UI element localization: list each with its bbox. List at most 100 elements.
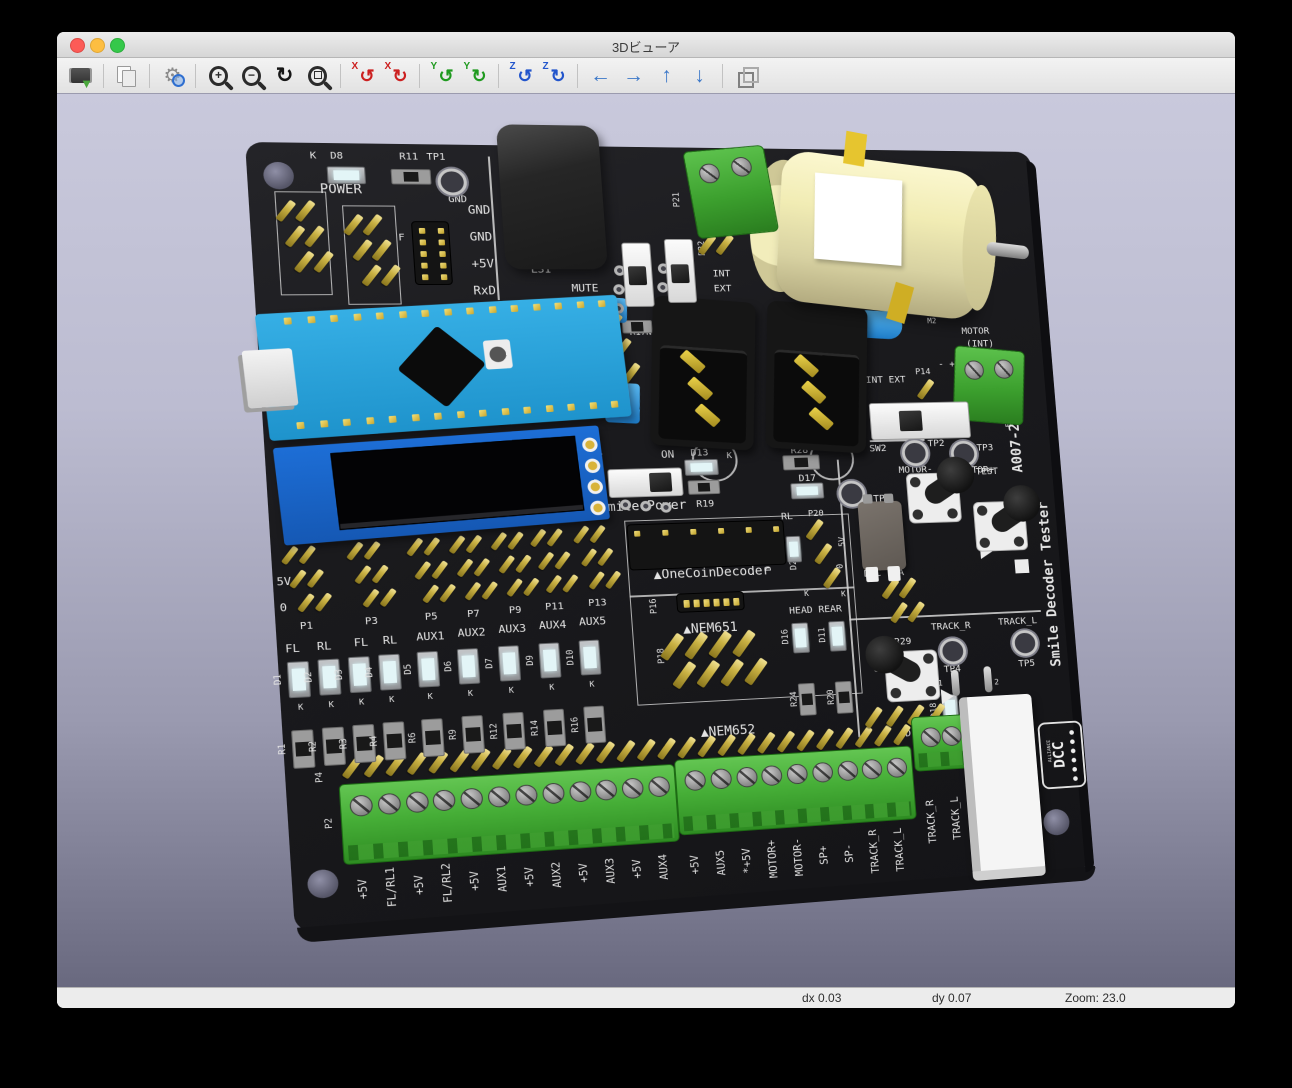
arduino-pin <box>389 416 397 423</box>
terminal-screw <box>568 781 591 803</box>
relay-pin <box>983 666 993 692</box>
speaker-component <box>496 124 608 269</box>
terminal-screw <box>433 789 457 811</box>
arduino-pin <box>488 306 496 313</box>
switch-knob <box>899 411 923 432</box>
terminal-strip <box>674 746 917 836</box>
status-dy: dy 0.07 <box>932 991 971 1005</box>
relay-component <box>958 694 1045 876</box>
render-options-button[interactable]: ⚙ <box>157 61 188 91</box>
pan-right-button[interactable]: → <box>618 61 649 91</box>
3d-viewer-window: 3Dビューア ▼ ⚙ +−↻ X↺X↻ Y↺Y↻ Z↺Z↻ ←→↑↓ KD8R11TP1PO… <box>57 32 1235 1008</box>
dc-motor <box>731 130 1023 345</box>
arduino-pin <box>444 309 452 316</box>
desktop-background: 3Dビューア ▼ ⚙ +−↻ X↺X↻ Y↺Y↻ Z↺Z↻ ←→↑↓ KD8R11TP1PO… <box>0 0 1292 1088</box>
arduino-pin <box>353 314 361 321</box>
arduino-pin-row <box>296 401 618 431</box>
arduino-pin <box>510 305 518 312</box>
arduino-pin-row <box>284 300 606 326</box>
3d-viewport[interactable]: KD8R11TP1POWERGNDGNDGND+5VRxDRSTFLS1ONMU… <box>57 94 1235 987</box>
terminal-screw <box>920 727 941 748</box>
zoom-out-button[interactable]: − <box>236 61 267 91</box>
switch-knob <box>671 264 690 283</box>
rotate-z-neg-button[interactable]: Z↺ <box>506 61 537 91</box>
arduino-pin <box>598 300 606 307</box>
pan-up-button[interactable]: ↑ <box>651 61 682 91</box>
terminal-screw <box>595 779 618 801</box>
copy-image-button[interactable] <box>111 61 142 91</box>
terminal-screw <box>730 156 754 177</box>
terminal-screw <box>761 765 783 786</box>
status-zoom: Zoom: 23.0 <box>1065 991 1126 1005</box>
oled-pin <box>587 479 604 495</box>
pan-down-button[interactable]: ↓ <box>684 61 715 91</box>
terminal-screw <box>941 726 962 747</box>
arduino-pin <box>421 310 429 317</box>
zoom-in-button[interactable]: + <box>203 61 234 91</box>
terminal-strip <box>339 764 680 865</box>
switch-knob <box>649 472 672 492</box>
rotate-z-pos-button[interactable]: Z↻ <box>539 61 570 91</box>
terminal-screw <box>735 766 757 787</box>
arduino-board <box>255 295 632 441</box>
arduino-pin <box>456 411 464 418</box>
terminal-screw <box>994 359 1014 380</box>
titlebar[interactable]: 3Dビューア <box>57 32 1235 58</box>
redraw-button[interactable]: ↻ <box>269 61 300 91</box>
switch-knob <box>628 266 647 285</box>
arduino-pin <box>376 312 384 319</box>
arduino-pin <box>501 408 509 415</box>
toolbar-separator <box>103 64 104 88</box>
arduino-pin <box>523 407 531 414</box>
arduino-pin <box>576 301 584 308</box>
arduino-pin <box>330 315 338 322</box>
chip-pin <box>887 566 901 581</box>
reload-board-button[interactable]: ▼ <box>65 61 96 91</box>
motor-sticker <box>814 173 902 266</box>
terminal-screw <box>542 782 565 804</box>
toolbar-separator <box>722 64 723 88</box>
smile-power-switch <box>607 467 683 498</box>
int-ext-switch <box>664 239 697 303</box>
rotate-x-neg-button[interactable]: X↺ <box>348 61 379 91</box>
toolbar-separator <box>195 64 196 88</box>
toolbar-separator <box>340 64 341 88</box>
arduino-pin <box>532 304 540 311</box>
oled-pin <box>581 437 598 452</box>
oled-screen <box>330 436 584 530</box>
window-title: 3Dビューア <box>57 37 1235 56</box>
terminal-screw <box>515 784 538 806</box>
arduino-pin <box>545 405 553 412</box>
rotate-x-pos-button[interactable]: X↻ <box>381 61 412 91</box>
arduino-pin <box>466 307 474 314</box>
pan-left-button[interactable]: ← <box>585 61 616 91</box>
dcc-socket <box>650 295 756 450</box>
terminal-screw <box>811 762 833 783</box>
chip-pin <box>865 567 879 582</box>
status-dx: dx 0.03 <box>802 991 841 1005</box>
reset-button <box>483 339 513 369</box>
arduino-pin <box>366 417 374 424</box>
terminal-screw <box>861 759 883 780</box>
board-components-layer: ALLIANCE DCC <box>245 142 1090 932</box>
terminal-screw <box>377 793 401 815</box>
arduino-pin <box>589 402 597 409</box>
rotate-y-neg-button[interactable]: Y↺ <box>427 61 458 91</box>
terminal-screw <box>648 776 671 798</box>
zoom-fit-button[interactable] <box>302 61 333 91</box>
toolbar-separator <box>419 64 420 88</box>
tactile-button <box>884 649 941 702</box>
arduino-pin <box>611 401 619 408</box>
terminal-screw <box>684 770 707 792</box>
terminal-screw <box>964 360 984 381</box>
terminal-screw <box>621 777 644 799</box>
toolbar-separator <box>149 64 150 88</box>
chip-pin <box>883 494 893 504</box>
mute-switch <box>621 243 655 307</box>
dcc-logo-wheels <box>1069 730 1074 735</box>
dcc-logo-text: DCC <box>1049 741 1069 769</box>
tactile-button <box>906 472 963 523</box>
tactile-button <box>973 501 1029 552</box>
ortho-view-button[interactable] <box>730 61 761 91</box>
rotate-y-pos-button[interactable]: Y↻ <box>460 61 491 91</box>
